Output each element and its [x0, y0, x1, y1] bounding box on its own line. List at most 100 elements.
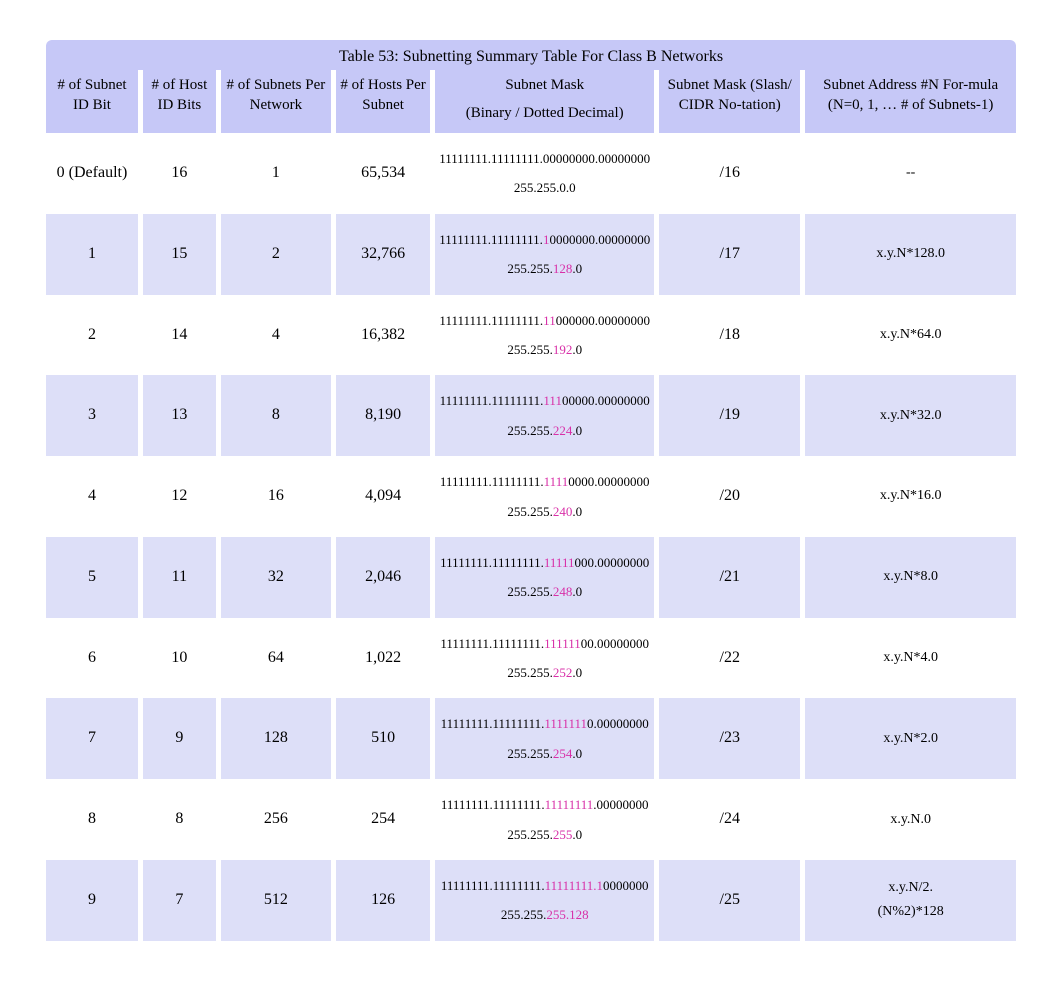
cell-subnets: 32 — [221, 537, 331, 618]
table-row: 0 (Default)16165,53411111111.11111111.00… — [46, 133, 1016, 214]
formula-line: x.y.N*4.0 — [883, 650, 938, 665]
cell-subnets: 64 — [221, 618, 331, 699]
mask-binary: 11111111.11111111.11110000.00000000 — [439, 470, 650, 493]
cell-subnets: 4 — [221, 295, 331, 376]
mask-binary: 11111111.11111111.11000000.00000000 — [439, 309, 650, 332]
table-row: 610641,02211111111.11111111.11111100.000… — [46, 618, 1016, 699]
cell-host-bits: 13 — [143, 375, 216, 456]
table-row: 214416,38211111111.11111111.11000000.000… — [46, 295, 1016, 376]
mask-decimal: 255.255.128.0 — [439, 257, 650, 280]
table-title: Table 53: Subnetting Summary Table For C… — [46, 40, 1016, 70]
cell-subnet-bits: 4 — [46, 456, 138, 537]
cell-host-bits: 7 — [143, 860, 216, 941]
cell-formula: x.y.N*8.0 — [805, 537, 1016, 618]
cell-cidr: /19 — [659, 375, 800, 456]
formula-line: x.y.N*8.0 — [883, 569, 938, 584]
mask-binary: 11111111.11111111.11100000.00000000 — [439, 389, 650, 412]
cell-mask: 11111111.11111111.10000000.00000000 255.2… — [435, 214, 654, 295]
cell-mask: 11111111.11111111.11111111.10000000 255.2… — [435, 860, 654, 941]
header-subnets: # of Subnets Per Network — [221, 70, 331, 133]
header-formula: Subnet Address #N For-mula (N=0, 1, … # … — [805, 70, 1016, 133]
cell-subnet-bits: 1 — [46, 214, 138, 295]
cell-cidr: /25 — [659, 860, 800, 941]
cell-mask: 11111111.11111111.00000000.00000000 255.2… — [435, 133, 654, 214]
mask-binary: 11111111.11111111.11111111.10000000 — [439, 874, 650, 897]
table-row: 8825625411111111.11111111.11111111.00000… — [46, 779, 1016, 860]
cell-host-bits: 10 — [143, 618, 216, 699]
cell-subnet-bits: 2 — [46, 295, 138, 376]
mask-decimal: 255.255.255.128 — [439, 903, 650, 926]
cell-host-bits: 9 — [143, 698, 216, 779]
subnetting-table-container: Table 53: Subnetting Summary Table For C… — [41, 40, 1021, 941]
formula-line: x.y.N.0 — [890, 812, 931, 827]
cell-cidr: /18 — [659, 295, 800, 376]
cell-cidr: /21 — [659, 537, 800, 618]
cell-hosts: 8,190 — [336, 375, 430, 456]
cell-cidr: /17 — [659, 214, 800, 295]
cell-mask: 11111111.11111111.11000000.00000000 255.2… — [435, 295, 654, 376]
table-row: 115232,76611111111.11111111.10000000.000… — [46, 214, 1016, 295]
cell-host-bits: 12 — [143, 456, 216, 537]
cell-subnets: 1 — [221, 133, 331, 214]
formula-line: x.y.N*64.0 — [880, 327, 942, 342]
table-row: 9751212611111111.11111111.11111111.10000… — [46, 860, 1016, 941]
cell-hosts: 1,022 — [336, 618, 430, 699]
formula-line: x.y.N*128.0 — [876, 246, 945, 261]
cell-hosts: 65,534 — [336, 133, 430, 214]
cell-hosts: 254 — [336, 779, 430, 860]
cell-host-bits: 16 — [143, 133, 216, 214]
cell-cidr: /24 — [659, 779, 800, 860]
mask-decimal: 255.255.254.0 — [439, 742, 650, 765]
cell-hosts: 16,382 — [336, 295, 430, 376]
cell-formula: x.y.N*16.0 — [805, 456, 1016, 537]
cell-subnets: 512 — [221, 860, 331, 941]
mask-binary: 11111111.11111111.11111111.00000000 — [439, 793, 650, 816]
mask-decimal: 255.255.0.0 — [439, 176, 650, 199]
header-hosts: # of Hosts Per Subnet — [336, 70, 430, 133]
cell-cidr: /20 — [659, 456, 800, 537]
formula-line: x.y.N*32.0 — [880, 408, 942, 423]
mask-decimal: 255.255.248.0 — [439, 580, 650, 603]
cell-formula: x.y.N*2.0 — [805, 698, 1016, 779]
mask-binary: 11111111.11111111.11111100.00000000 — [439, 632, 650, 655]
cell-mask: 11111111.11111111.11100000.00000000 255.2… — [435, 375, 654, 456]
formula-line: -- — [906, 165, 915, 180]
cell-hosts: 126 — [336, 860, 430, 941]
cell-cidr: /16 — [659, 133, 800, 214]
formula-line: x.y.N*16.0 — [880, 488, 942, 503]
cell-subnets: 2 — [221, 214, 331, 295]
mask-binary: 11111111.11111111.10000000.00000000 — [439, 228, 650, 251]
mask-binary: 11111111.11111111.11111110.00000000 — [439, 712, 650, 735]
subnetting-table: Table 53: Subnetting Summary Table For C… — [41, 40, 1021, 941]
header-host-bits: # of Host ID Bits — [143, 70, 216, 133]
table-row: 31388,19011111111.11111111.11100000.0000… — [46, 375, 1016, 456]
cell-subnets: 256 — [221, 779, 331, 860]
table-row: 412164,09411111111.11111111.11110000.000… — [46, 456, 1016, 537]
cell-hosts: 32,766 — [336, 214, 430, 295]
mask-decimal: 255.255.224.0 — [439, 419, 650, 442]
cell-subnet-bits: 0 (Default) — [46, 133, 138, 214]
table-row: 511322,04611111111.11111111.11111000.000… — [46, 537, 1016, 618]
header-subnet-bits: # of Subnet ID Bit — [46, 70, 138, 133]
cell-host-bits: 14 — [143, 295, 216, 376]
cell-mask: 11111111.11111111.11111110.00000000 255.2… — [435, 698, 654, 779]
mask-binary: 11111111.11111111.11111000.00000000 — [439, 551, 650, 574]
table-body: 0 (Default)16165,53411111111.11111111.00… — [46, 133, 1016, 941]
cell-subnet-bits: 9 — [46, 860, 138, 941]
cell-subnet-bits: 6 — [46, 618, 138, 699]
formula-line: x.y.N*2.0 — [883, 731, 938, 746]
cell-hosts: 2,046 — [336, 537, 430, 618]
formula-line-2: (N%2)*128 — [809, 903, 1012, 921]
mask-decimal: 255.255.192.0 — [439, 338, 650, 361]
cell-formula: x.y.N*128.0 — [805, 214, 1016, 295]
mask-binary: 11111111.11111111.00000000.00000000 — [439, 147, 650, 170]
table-title-row: Table 53: Subnetting Summary Table For C… — [46, 40, 1016, 70]
cell-subnet-bits: 7 — [46, 698, 138, 779]
cell-mask: 11111111.11111111.11111100.00000000 255.2… — [435, 618, 654, 699]
cell-cidr: /22 — [659, 618, 800, 699]
header-cidr: Subnet Mask (Slash/ CIDR No-tation) — [659, 70, 800, 133]
mask-decimal: 255.255.252.0 — [439, 661, 650, 684]
cell-host-bits: 8 — [143, 779, 216, 860]
formula-line: x.y.N/2. — [888, 880, 933, 895]
cell-formula: x.y.N*32.0 — [805, 375, 1016, 456]
